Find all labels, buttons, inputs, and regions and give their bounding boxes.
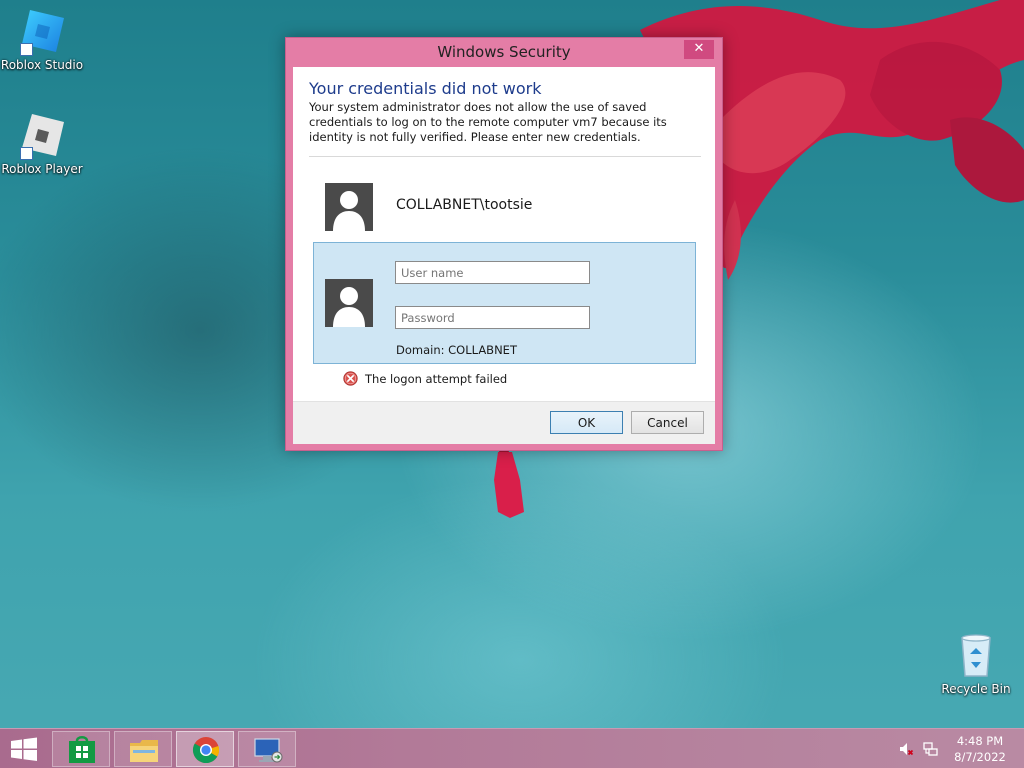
desktop-icon-label: Roblox Player [1, 162, 83, 176]
close-button[interactable]: ✕ [684, 40, 714, 59]
error-message: Your system administrator does not allow… [309, 100, 667, 144]
shortcut-arrow-icon [20, 43, 33, 56]
error-heading: Your credentials did not work [309, 79, 542, 98]
divider [309, 156, 701, 157]
desktop-icon-roblox-studio[interactable]: Roblox Studio [0, 8, 84, 72]
store-icon [69, 736, 95, 763]
ok-button[interactable]: OK [550, 411, 623, 434]
clock-date: 8/7/2022 [954, 750, 1006, 764]
remote-desktop-icon [254, 738, 283, 763]
taskbar-remote-desktop[interactable] [238, 731, 296, 767]
windows-security-dialog: Windows Security ✕ Your credentials did … [285, 37, 723, 451]
taskbar-file-explorer[interactable] [114, 731, 172, 767]
taskbar-chrome[interactable] [176, 731, 234, 767]
file-explorer-icon [130, 740, 158, 762]
volume-muted-icon[interactable] [898, 741, 914, 757]
clock-time: 4:48 PM [956, 734, 1004, 748]
dialog-body: Your credentials did not work Your syste… [293, 67, 715, 401]
desktop-icon-label: Recycle Bin [941, 682, 1011, 696]
desktop-icon-roblox-player[interactable]: Roblox Player [0, 112, 84, 176]
start-button[interactable] [0, 729, 48, 768]
user-avatar-icon [333, 287, 365, 327]
domain-label: Domain: COLLABNET [396, 343, 517, 357]
network-icon[interactable] [922, 741, 938, 757]
desktop-icon-recycle-bin[interactable]: Recycle Bin [934, 632, 1018, 696]
windows-logo-icon [11, 737, 37, 761]
system-clock[interactable]: 4:48 PM 8/7/2022 [948, 733, 1012, 765]
taskbar-store[interactable] [52, 731, 110, 767]
username-input[interactable] [395, 261, 590, 284]
error-icon [343, 371, 358, 386]
shortcut-arrow-icon [20, 147, 33, 160]
recycle-bin-icon [952, 632, 1000, 680]
chrome-icon [192, 737, 220, 764]
desktop-icon-label: Roblox Studio [0, 58, 84, 72]
saved-account-tile[interactable] [325, 183, 373, 231]
new-credentials-tile: Domain: COLLABNET [313, 242, 696, 364]
roblox-player-icon [18, 112, 66, 160]
dialog-footer: OK Cancel [293, 401, 715, 444]
user-avatar-icon [333, 191, 365, 231]
taskbar: 4:48 PM 8/7/2022 [0, 728, 1024, 768]
close-icon: ✕ [693, 41, 705, 56]
error-text: The logon attempt failed [365, 372, 508, 386]
user-avatar [325, 279, 373, 327]
saved-account-name: COLLABNET\tootsie [396, 197, 533, 213]
password-input[interactable] [395, 306, 590, 329]
cancel-button[interactable]: Cancel [631, 411, 704, 434]
roblox-studio-icon [18, 8, 66, 56]
dialog-title: Windows Security [437, 43, 571, 61]
